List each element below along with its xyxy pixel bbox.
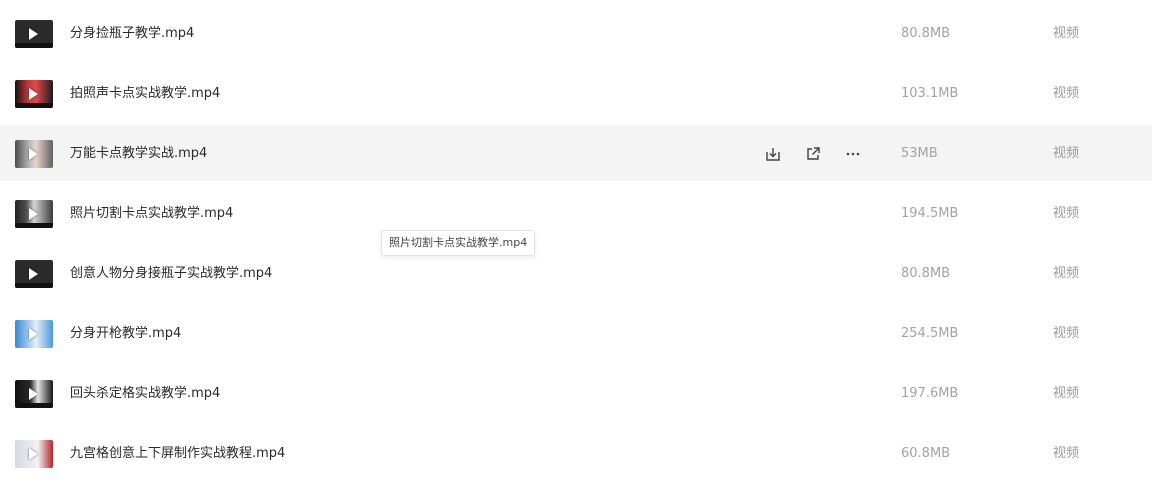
file-size: 80.8MB bbox=[901, 26, 951, 41]
file-type: 视频 bbox=[1053, 86, 1080, 101]
file-name[interactable]: 回头杀定格实战教学.mp4 bbox=[70, 384, 220, 404]
file-size: 197.6MB bbox=[901, 386, 959, 401]
video-thumbnail[interactable] bbox=[15, 20, 53, 48]
file-size: 194.5MB bbox=[901, 206, 959, 221]
share-button[interactable] bbox=[802, 143, 824, 165]
file-row[interactable]: 创意人物分身接瓶子实战教学.mp4 80.8MB 视频 bbox=[0, 245, 1152, 301]
file-type: 视频 bbox=[1053, 26, 1080, 41]
video-thumbnail[interactable] bbox=[15, 380, 53, 408]
more-icon bbox=[846, 152, 860, 156]
file-name[interactable]: 九宫格创意上下屏制作实战教程.mp4 bbox=[70, 444, 285, 464]
play-icon bbox=[29, 448, 38, 460]
play-icon bbox=[29, 28, 38, 40]
play-icon bbox=[29, 268, 38, 280]
file-row[interactable]: 回头杀定格实战教学.mp4 197.6MB 视频 bbox=[0, 365, 1152, 421]
play-icon bbox=[29, 388, 38, 400]
video-thumbnail[interactable] bbox=[15, 200, 53, 228]
download-button[interactable] bbox=[762, 143, 784, 165]
video-thumbnail[interactable] bbox=[15, 260, 53, 288]
more-button[interactable] bbox=[842, 143, 864, 165]
file-row[interactable]: 拍照声卡点实战教学.mp4 103.1MB 视频 bbox=[0, 65, 1152, 121]
file-size: 254.5MB bbox=[901, 326, 959, 341]
file-name[interactable]: 拍照声卡点实战教学.mp4 bbox=[70, 84, 220, 104]
file-size: 53MB bbox=[901, 146, 938, 161]
file-type: 视频 bbox=[1053, 206, 1080, 221]
video-thumbnail[interactable] bbox=[15, 80, 53, 108]
file-name[interactable]: 分身开枪教学.mp4 bbox=[70, 324, 181, 344]
file-type: 视频 bbox=[1053, 446, 1080, 461]
file-list: 分身捡瓶子教学.mp4 80.8MB 视频 拍照声卡点实战教学.mp4 103.… bbox=[0, 5, 1152, 485]
video-thumbnail[interactable] bbox=[15, 320, 53, 348]
share-icon bbox=[807, 147, 820, 160]
video-thumbnail[interactable] bbox=[15, 140, 53, 168]
file-name[interactable]: 万能卡点教学实战.mp4 bbox=[70, 144, 207, 164]
file-size: 103.1MB bbox=[901, 86, 959, 101]
file-row[interactable]: 万能卡点教学实战.mp4 53MB 视频 bbox=[0, 125, 1152, 181]
play-icon bbox=[29, 328, 38, 340]
file-row[interactable]: 分身捡瓶子教学.mp4 80.8MB 视频 bbox=[0, 5, 1152, 61]
play-icon bbox=[29, 148, 38, 160]
download-icon bbox=[766, 148, 780, 161]
file-name[interactable]: 照片切割卡点实战教学.mp4 bbox=[70, 204, 233, 224]
file-row[interactable]: 分身开枪教学.mp4 254.5MB 视频 bbox=[0, 305, 1152, 361]
file-row[interactable]: 九宫格创意上下屏制作实战教程.mp4 60.8MB 视频 bbox=[0, 425, 1152, 481]
file-type: 视频 bbox=[1053, 326, 1080, 341]
filename-tooltip: 照片切割卡点实战教学.mp4 bbox=[381, 230, 536, 256]
play-icon bbox=[29, 88, 38, 100]
file-size: 60.8MB bbox=[901, 446, 951, 461]
file-type: 视频 bbox=[1053, 386, 1080, 401]
video-thumbnail[interactable] bbox=[15, 440, 53, 468]
file-size: 80.8MB bbox=[901, 266, 951, 281]
play-icon bbox=[29, 208, 38, 220]
file-row[interactable]: 照片切割卡点实战教学.mp4 194.5MB 视频 bbox=[0, 185, 1152, 241]
file-type: 视频 bbox=[1053, 266, 1080, 281]
file-name[interactable]: 分身捡瓶子教学.mp4 bbox=[70, 24, 194, 44]
file-type: 视频 bbox=[1053, 146, 1080, 161]
file-name[interactable]: 创意人物分身接瓶子实战教学.mp4 bbox=[70, 264, 272, 284]
